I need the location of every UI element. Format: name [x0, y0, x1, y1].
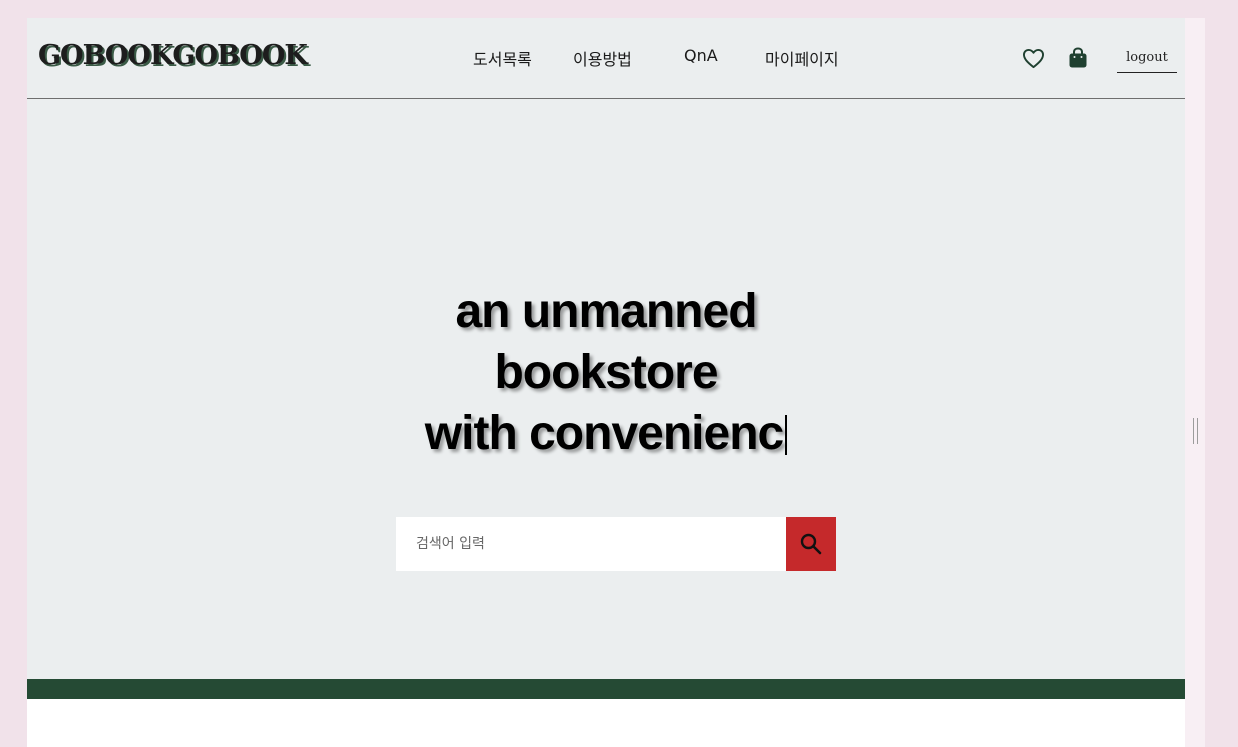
content-section [27, 699, 1185, 747]
shopping-bag-icon[interactable] [1068, 47, 1088, 69]
nav-item-qna[interactable]: QnA [684, 46, 718, 65]
hero-line-3-text: with convenienc [424, 407, 784, 460]
scrollbar[interactable] [1185, 18, 1205, 747]
site-logo[interactable]: GOBOOKGOBOOK [38, 40, 308, 71]
search-icon [800, 533, 822, 555]
nav-item-my-page[interactable]: 마이페이지 [765, 46, 839, 70]
hero-line-1: an unmanned [455, 285, 757, 338]
site-header: GOBOOKGOBOOK 도서목록 이용방법 QnA 마이페이지 logout [27, 18, 1185, 99]
search-bar [396, 517, 836, 571]
hero-line-2: bookstore [494, 346, 718, 399]
hero-line-3: with convenienc [27, 403, 1185, 464]
heart-icon[interactable] [1022, 48, 1045, 69]
section-divider-band [27, 679, 1185, 699]
nav-item-how-to-use[interactable]: 이용방법 [573, 46, 632, 70]
scrollbar-thumb[interactable] [1193, 418, 1198, 444]
hero-tagline: an unmanned bookstore with convenienc [27, 281, 1185, 464]
logout-button[interactable]: logout [1117, 48, 1177, 73]
search-button[interactable] [786, 517, 836, 571]
page: GOBOOKGOBOOK 도서목록 이용방법 QnA 마이페이지 logout … [27, 18, 1185, 747]
typing-cursor [785, 415, 788, 455]
search-input[interactable] [396, 517, 786, 571]
nav-item-book-list[interactable]: 도서목록 [473, 46, 532, 70]
